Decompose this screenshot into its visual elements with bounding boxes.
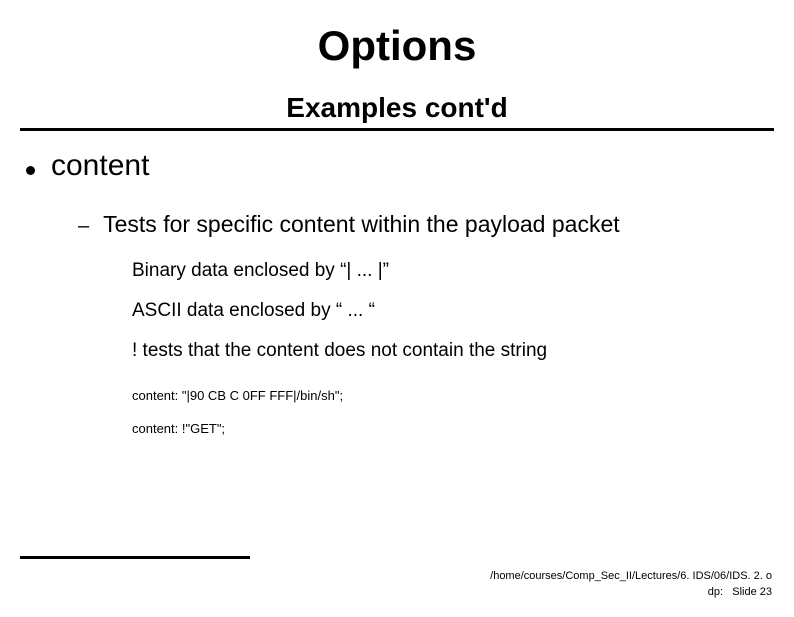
code-example: content: "|90 CB C 0FF FFF|/bin/sh"; <box>132 388 774 403</box>
slide-title: Options <box>0 22 794 70</box>
slide-footer: /home/courses/Comp_Sec_II/Lectures/6. ID… <box>490 569 772 601</box>
detail-item: Binary data enclosed by “| ... |” <box>132 260 774 282</box>
footer-slide-number: Slide 23 <box>732 586 772 598</box>
bullet-icon <box>26 166 35 175</box>
code-example: content: !"GET"; <box>132 421 774 436</box>
footer-label: dp: <box>708 586 723 598</box>
slide-body: content – Tests for specific content wit… <box>0 131 794 436</box>
footer-path: /home/courses/Comp_Sec_II/Lectures/6. ID… <box>490 569 772 585</box>
bullet-level-2: – Tests for specific content within the … <box>78 211 774 238</box>
bullet-level-1: content <box>20 149 774 183</box>
footer-divider <box>20 556 250 559</box>
slide-subtitle: Examples cont'd <box>0 92 794 128</box>
bullet-text: content <box>51 149 149 183</box>
detail-item: ASCII data enclosed by “ ... “ <box>132 300 774 322</box>
sub-bullet-text: Tests for specific content within the pa… <box>103 211 620 238</box>
detail-item: ! tests that the content does not contai… <box>132 340 774 362</box>
bullet-level-3-group: Binary data enclosed by “| ... |” ASCII … <box>132 260 774 362</box>
footer-slide-info: dp: Slide 23 <box>490 585 772 601</box>
dash-icon: – <box>78 215 89 238</box>
examples-group: content: "|90 CB C 0FF FFF|/bin/sh"; con… <box>132 388 774 436</box>
